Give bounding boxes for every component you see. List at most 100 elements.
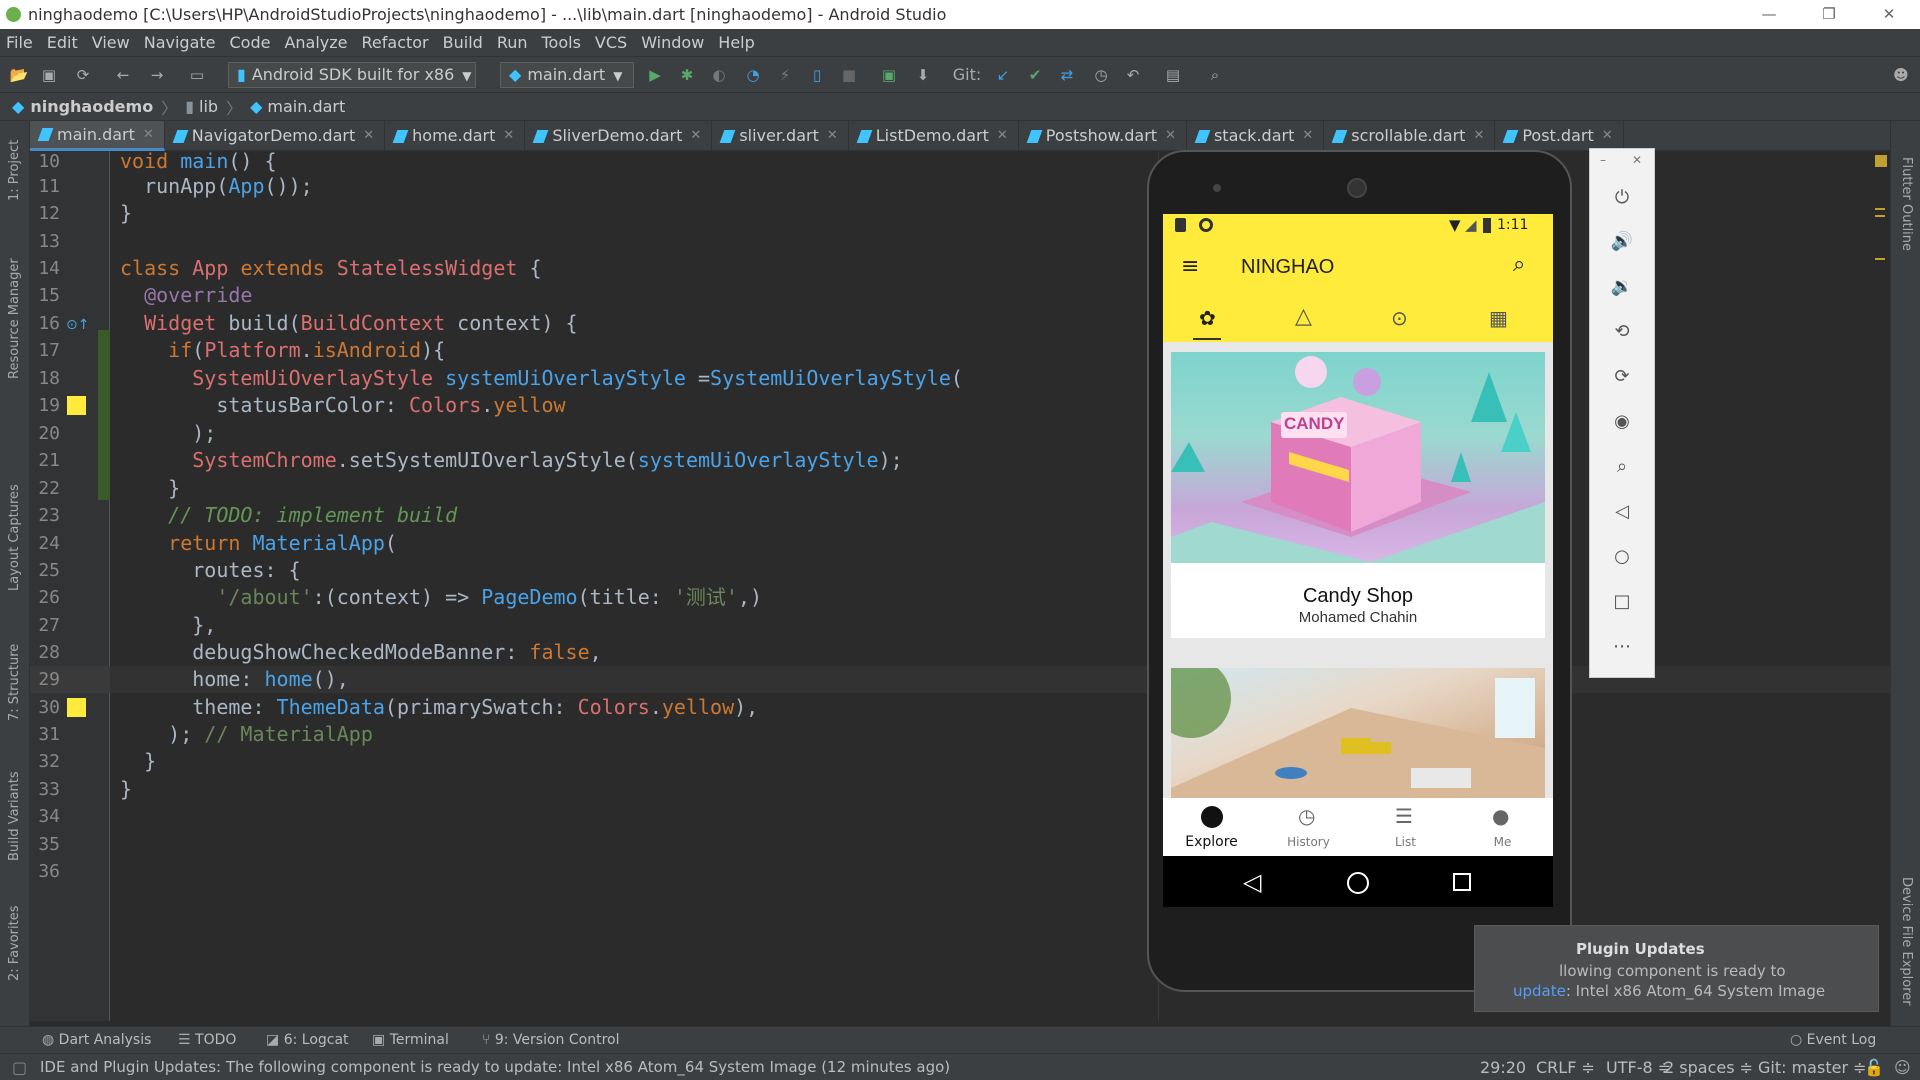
code-line[interactable]: Widget build(BuildContext context) { (120, 310, 578, 337)
directions-bike-icon[interactable]: ⊙ (1391, 306, 1408, 330)
avd-manager-icon[interactable]: ▣ (878, 64, 900, 86)
git-branch[interactable]: Git: master ≑ (1758, 1058, 1867, 1077)
caret-position[interactable]: 29:20 (1480, 1058, 1526, 1077)
code-line[interactable]: statusBarColor: Colors.yellow (120, 392, 565, 419)
close-tab-icon[interactable]: ✕ (1165, 121, 1176, 151)
rotate-right-icon[interactable]: ⟳ (1590, 366, 1654, 387)
project-tool-button[interactable]: 1: Project (7, 140, 22, 201)
more-icon[interactable]: ⋯ (1590, 636, 1654, 657)
todo-tool-button[interactable]: ☰ TODO (178, 1032, 236, 1048)
volume-up-icon[interactable]: 🔊 (1590, 231, 1654, 252)
menu-window[interactable]: Window (641, 33, 704, 52)
nav-history[interactable]: ◷ History (1260, 798, 1357, 856)
menu-navigate[interactable]: Navigate (144, 33, 216, 52)
open-folder-icon[interactable]: 📂 (8, 64, 30, 86)
maximize-button[interactable]: ❐ (1806, 0, 1852, 29)
git-history-icon[interactable]: ◷ (1090, 64, 1112, 86)
overview-icon[interactable]: □ (1590, 591, 1654, 612)
save-icon[interactable]: ▣ (38, 64, 60, 86)
tab-home-dart[interactable]: home.dart ✕ (385, 121, 526, 151)
menu-edit[interactable]: Edit (47, 33, 78, 52)
close-emulator-icon[interactable]: ✕ (1632, 153, 1642, 167)
home-nav-icon[interactable] (1347, 872, 1369, 894)
terminal-tool-button[interactable]: ▣ Terminal (372, 1032, 449, 1048)
menu-help[interactable]: Help (718, 33, 754, 52)
rotate-left-icon[interactable]: ⟲ (1590, 321, 1654, 342)
file-encoding[interactable]: UTF-8 ≑ (1606, 1058, 1671, 1077)
debug-icon[interactable]: ✱ (676, 64, 698, 86)
breadcrumb-folder[interactable]: lib (199, 97, 218, 116)
code-line[interactable]: routes: { (120, 557, 300, 584)
code-line[interactable]: } (120, 475, 180, 502)
resource-manager-tool-button[interactable]: Resource Manager (7, 258, 22, 379)
forward-icon[interactable]: → (146, 64, 168, 86)
menu-analyze[interactable]: Analyze (284, 33, 347, 52)
logcat-tool-button[interactable]: ◪ 6: Logcat (266, 1032, 349, 1048)
close-tab-icon[interactable]: ✕ (363, 121, 374, 151)
minimize-button[interactable]: — (1746, 0, 1792, 29)
tab-sliverdemo-dart[interactable]: SliverDemo.dart ✕ (525, 121, 713, 151)
menu-refactor[interactable]: Refactor (362, 33, 429, 52)
breadcrumb-project[interactable]: ninghaodemo (30, 97, 153, 116)
code-line[interactable]: home: home(), (120, 666, 349, 693)
git-update-icon[interactable]: ↙ (992, 64, 1014, 86)
view-quilt-icon[interactable]: ▦ (1489, 306, 1508, 330)
camera-icon[interactable]: ◉ (1590, 411, 1654, 432)
code-line[interactable]: if(Platform.isAndroid){ (120, 337, 445, 364)
code-line[interactable]: SystemUiOverlayStyle systemUiOverlayStyl… (120, 365, 963, 392)
error-stripe-marker[interactable] (1875, 215, 1885, 217)
change-history-icon[interactable]: △ (1295, 304, 1312, 329)
git-rollback-icon[interactable]: ↶ (1122, 64, 1144, 86)
tab-sliver-dart[interactable]: sliver.dart ✕ (712, 121, 849, 151)
code-line[interactable]: debugShowCheckedModeBanner: false, (120, 639, 601, 666)
code-line[interactable]: return MaterialApp( (120, 530, 397, 557)
tab-scrollable-dart[interactable]: scrollable.dart ✕ (1324, 121, 1496, 151)
flutter-outline-tool-button[interactable]: Flutter Outline (1899, 157, 1914, 251)
code-line[interactable]: ); (120, 420, 216, 447)
tab-postshow-dart[interactable]: Postshow.dart ✕ (1019, 121, 1187, 151)
tab-listdemo-dart[interactable]: ListDemo.dart ✕ (849, 121, 1019, 151)
post-card[interactable] (1171, 668, 1545, 798)
post-card[interactable]: CANDY Candy Shop Mohamed Chahin (1171, 352, 1545, 638)
nav-list[interactable]: ☰ List (1357, 798, 1454, 856)
nav-explore[interactable]: Explore (1163, 798, 1260, 856)
menu-build[interactable]: Build (443, 33, 483, 52)
update-link[interactable]: update (1513, 982, 1566, 1000)
close-tab-icon[interactable]: ✕ (1602, 121, 1613, 151)
power-icon[interactable]: ⏻ (1590, 187, 1654, 208)
code-line[interactable]: void main() { (120, 148, 277, 175)
version-control-tool-button[interactable]: ⑂ 9: Version Control (482, 1032, 619, 1048)
back-icon[interactable]: ← (112, 64, 134, 86)
code-line[interactable]: ); // MaterialApp (120, 721, 373, 748)
menu-vcs[interactable]: VCS (595, 33, 627, 52)
home-icon[interactable]: ○ (1590, 546, 1654, 567)
override-icon[interactable]: ⊙↑ (66, 317, 89, 333)
run-config-selector[interactable]: ◆ main.dart ▼ (500, 62, 634, 88)
recents-nav-icon[interactable] (1453, 873, 1471, 891)
tab-stack-dart[interactable]: stack.dart ✕ (1187, 121, 1325, 151)
minimize-emulator-icon[interactable]: – (1600, 153, 1606, 167)
close-tab-icon[interactable]: ✕ (827, 121, 838, 151)
code-line[interactable]: SystemChrome.setSystemUIOverlayStyle(sys… (120, 447, 902, 474)
search-icon[interactable]: ⌕ (1513, 252, 1525, 277)
close-button[interactable]: ✕ (1866, 0, 1912, 29)
hot-reload-icon[interactable]: ⚡ (774, 64, 796, 86)
favorites-tool-button[interactable]: 2: Favorites (7, 905, 22, 981)
indent-setting[interactable]: 2 spaces ≑ (1664, 1058, 1753, 1077)
code-line[interactable]: // TODO: implement build (120, 502, 457, 529)
code-line[interactable]: @override (120, 282, 252, 309)
memory-indicator-icon[interactable]: ☺ (1894, 1058, 1911, 1077)
stop-icon[interactable]: ■ (838, 64, 860, 86)
attach-debugger-icon[interactable]: ◐ (708, 64, 730, 86)
close-tab-icon[interactable]: ✕ (1473, 121, 1484, 151)
code-line[interactable]: } (120, 200, 132, 227)
close-tab-icon[interactable]: ✕ (143, 120, 154, 150)
device-selector[interactable]: ▮ Android SDK built for x86 ▼ (228, 62, 476, 88)
tab-post-dart[interactable]: Post.dart ✕ (1495, 121, 1624, 151)
close-tab-icon[interactable]: ✕ (690, 121, 701, 151)
sync-icon[interactable]: ⟳ (72, 64, 94, 86)
project-structure-folder-icon[interactable]: ▤ (1162, 64, 1184, 86)
menu-tools[interactable]: Tools (542, 33, 581, 52)
event-log-tool-button[interactable]: ○ Event Log (1790, 1032, 1876, 1048)
plugin-updates-notification[interactable]: Plugin Updates llowing component is read… (1474, 925, 1879, 1012)
